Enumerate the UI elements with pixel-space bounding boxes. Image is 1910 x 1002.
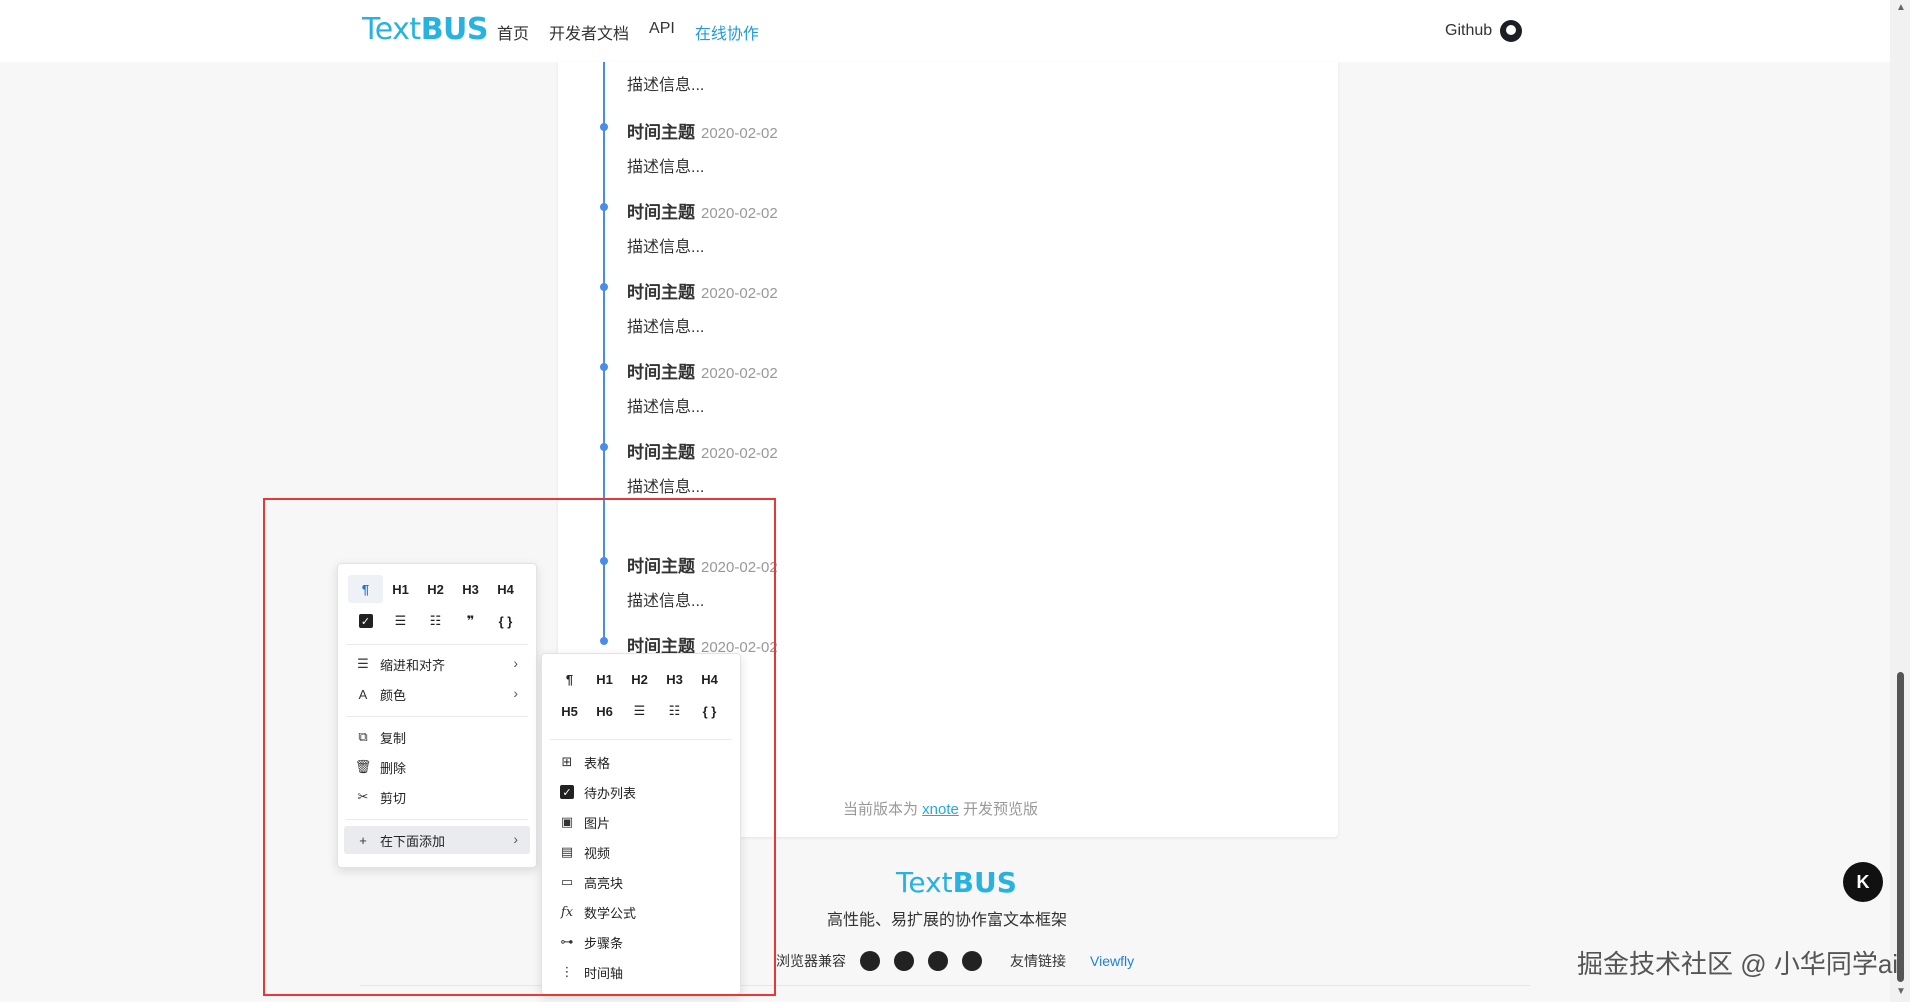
timeline-top-desc[interactable]: 描述信息... [627, 71, 704, 95]
timeline-item-desc[interactable]: 描述信息... [627, 233, 704, 257]
scroll-up-icon[interactable]: ▲ [1896, 2, 1906, 13]
top-nav: TextBUS 首页 开发者文档 API 在线协作 Github [0, 0, 1890, 62]
footer-logo: TextBUS [896, 866, 1017, 899]
chrome-icon [860, 951, 880, 971]
nav-link-api[interactable]: API [649, 20, 675, 44]
logo[interactable]: TextBUS [362, 12, 489, 47]
github-icon [1500, 20, 1523, 42]
timeline-date: 2020-02-02 [701, 125, 778, 142]
footer-row: 浏览器兼容 友情链接 Viewfly [776, 951, 1134, 971]
compat-label: 浏览器兼容 [776, 953, 846, 969]
friend-link-viewfly[interactable]: Viewfly [1090, 953, 1134, 969]
nav-link-docs[interactable]: 开发者文档 [549, 20, 629, 44]
timeline-dot [600, 363, 608, 371]
timeline-date: 2020-02-02 [701, 285, 778, 302]
friend-label: 友情链接 [1010, 953, 1066, 969]
watermark: 掘金技术社区 @ 小华同学ai [1577, 949, 1899, 979]
timeline-date: 2020-02-02 [701, 205, 778, 222]
version-prefix: 当前版本为 [843, 801, 923, 818]
logo-text: Text [362, 12, 421, 47]
nav-link-collab[interactable]: 在线协作 [695, 20, 759, 44]
edge-icon [962, 951, 982, 971]
timeline-title-text: 时间主题 [627, 283, 695, 302]
timeline-title-text: 时间主题 [627, 363, 695, 382]
timeline-item-title[interactable]: 时间主题 2020-02-02 [627, 198, 778, 223]
footer-logo-bold: BUS [952, 866, 1017, 899]
scroll-down-icon[interactable]: ▼ [1896, 986, 1906, 997]
version-suffix: 开发预览版 [958, 801, 1039, 818]
footer-tagline: 高性能、易扩展的协作富文本框架 [827, 912, 1068, 929]
timeline-item-title[interactable]: 时间主题 2020-02-02 [627, 358, 778, 383]
timeline-dot [600, 283, 608, 291]
timeline-title-text: 时间主题 [627, 203, 695, 222]
floating-action-button[interactable]: K [1843, 862, 1883, 902]
timeline-title-text: 时间主题 [627, 123, 695, 142]
timeline-dot [600, 123, 608, 131]
timeline-date: 2020-02-02 [701, 365, 778, 382]
nav-links: 首页 开发者文档 API 在线协作 [497, 20, 759, 44]
timeline-title-text: 时间主题 [627, 443, 695, 462]
github-label: Github [1445, 22, 1493, 39]
highlight-box [263, 498, 776, 996]
footer-logo-text: Text [896, 866, 953, 899]
timeline-item-desc[interactable]: 描述信息... [627, 473, 704, 497]
timeline-item-title[interactable]: 时间主题 2020-02-02 [627, 118, 778, 143]
timeline-dot [600, 203, 608, 211]
timeline-item-title[interactable]: 时间主题 2020-02-02 [627, 278, 778, 303]
scroll-thumb[interactable] [1897, 672, 1904, 982]
logo-bold: BUS [420, 12, 489, 47]
timeline-item-desc[interactable]: 描述信息... [627, 393, 704, 417]
timeline-item-desc[interactable]: 描述信息... [627, 313, 704, 337]
safari-icon [894, 951, 914, 971]
timeline-date: 2020-02-02 [701, 445, 778, 462]
firefox-icon [928, 951, 948, 971]
version-note: 当前版本为 xnote 开发预览版 [843, 798, 1038, 819]
timeline-item-title[interactable]: 时间主题 2020-02-02 [627, 438, 778, 463]
github-link[interactable]: Github [1445, 20, 1523, 42]
nav-link-home[interactable]: 首页 [497, 20, 529, 44]
timeline-dot [600, 443, 608, 451]
version-link[interactable]: xnote [922, 801, 959, 818]
timeline-item-desc[interactable]: 描述信息... [627, 153, 704, 177]
